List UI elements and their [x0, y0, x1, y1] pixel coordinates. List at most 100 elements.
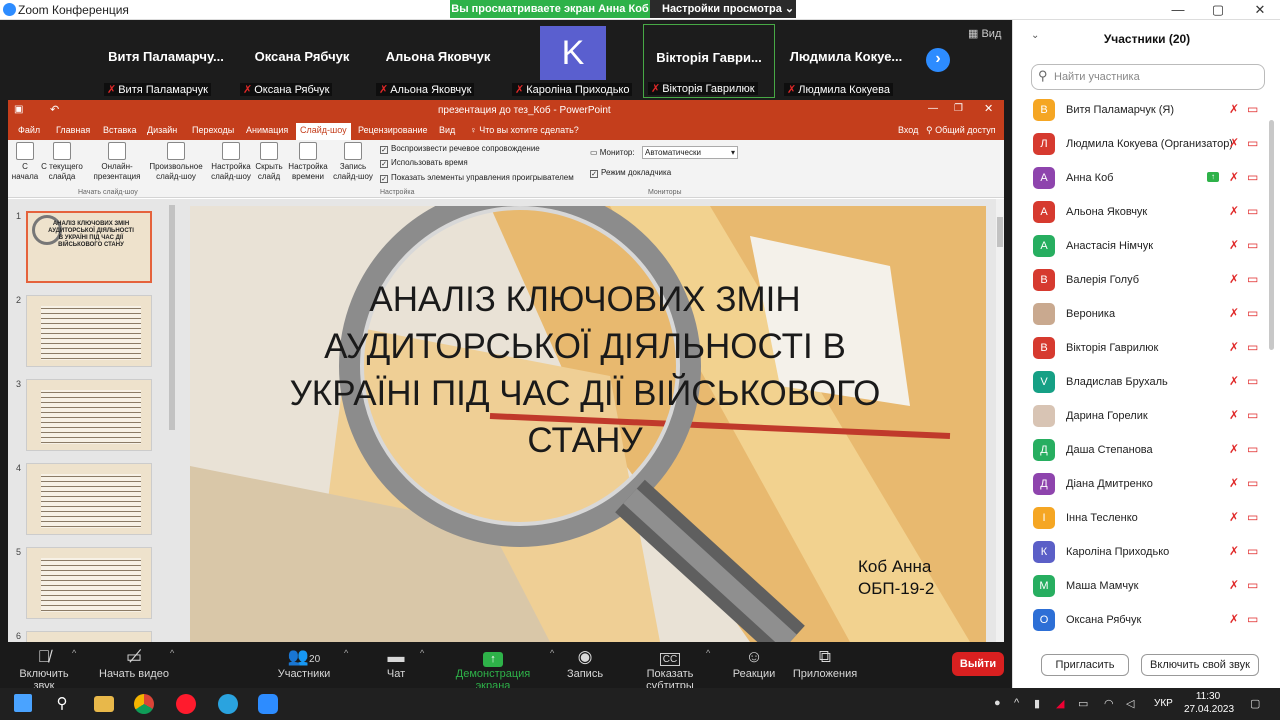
tab-view[interactable]: Вид [439, 125, 455, 135]
apps-button[interactable]: ⧉ Приложения [792, 648, 858, 681]
video-tile[interactable]: K ✗ Кароліна Приходько [508, 24, 640, 98]
slide-thumbnail[interactable] [26, 463, 152, 535]
mic-muted-icon[interactable]: ✗ [1229, 170, 1239, 184]
sign-in-link[interactable]: Вход [898, 125, 918, 135]
video-off-icon[interactable]: ▭ [1247, 306, 1258, 320]
share-screen-button[interactable]: ↑ Демонстрация экрана ^ [438, 648, 554, 692]
video-tile[interactable]: Оксана Рябчук ✗ Оксана Рябчук [236, 24, 368, 98]
mic-muted-icon[interactable]: ✗ [1229, 306, 1239, 320]
participant-row[interactable]: І Інна Тесленко ✗ ▭ [1033, 502, 1263, 536]
video-off-icon[interactable]: ▭ [1247, 102, 1258, 116]
video-off-icon[interactable]: ▭ [1247, 340, 1258, 354]
tab-transitions[interactable]: Переходы [192, 125, 234, 135]
participants-scrollbar[interactable] [1269, 80, 1275, 640]
participants-button[interactable]: 👥20 Участники ^ [276, 648, 349, 681]
participant-row[interactable]: Дарина Горелик ✗ ▭ [1033, 400, 1263, 434]
video-off-icon[interactable]: ▭ [1247, 612, 1258, 626]
view-button[interactable]: ▦ Вид [968, 27, 1001, 40]
leave-button[interactable]: Выйти [952, 652, 1004, 676]
mic-muted-icon[interactable]: ✗ [1229, 272, 1239, 286]
participant-search-input[interactable]: ⚲ Найти участника [1031, 64, 1265, 90]
slide-thumbnail[interactable]: АНАЛІЗ КЛЮЧОВИХ ЗМІН АУДИТОРСЬКОЇ ДІЯЛЬН… [26, 211, 152, 283]
video-off-icon[interactable]: ▭ [1247, 408, 1258, 422]
caret-up-icon[interactable]: ^ [706, 648, 710, 658]
caret-up-icon[interactable]: ^ [72, 648, 76, 658]
unmute-button[interactable]: 🎙̸ Включить звук ^ [8, 648, 80, 693]
from-beginning-button[interactable]: С начала [10, 142, 40, 182]
tab-file[interactable]: Файл [18, 125, 40, 135]
monitor-select[interactable]: Автоматически ▾ [642, 146, 738, 159]
participant-row[interactable]: В Витя Паламарчук (Я) ✗ ▭ [1033, 94, 1263, 128]
slide-scrollbar[interactable] [996, 199, 1004, 642]
mic-muted-icon[interactable]: ✗ [1229, 204, 1239, 218]
video-off-icon[interactable]: ▭ [1247, 272, 1258, 286]
participant-row[interactable]: К Кароліна Приходько ✗ ▭ [1033, 536, 1263, 570]
record-slideshow-button[interactable]: Запись слайд-шоу [330, 142, 376, 182]
tab-animations[interactable]: Анимация [246, 125, 288, 135]
setup-slideshow-button[interactable]: Настройка слайд-шоу [210, 142, 252, 182]
participant-row[interactable]: Д Даша Степанова ✗ ▭ [1033, 434, 1263, 468]
invite-button[interactable]: Пригласить [1041, 654, 1129, 676]
reactions-button[interactable]: ☺ Реакции [732, 648, 776, 681]
slide-thumbnail[interactable] [26, 379, 152, 451]
participant-row[interactable]: А Альона Яковчук ✗ ▭ [1033, 196, 1263, 230]
video-tile[interactable]: Людмила Кокуе... ✗ Людмила Кокуева [780, 24, 912, 98]
video-off-icon[interactable]: ▭ [1247, 544, 1258, 558]
participant-row[interactable]: А Анастасія Німчук ✗ ▭ [1033, 230, 1263, 264]
caret-up-icon[interactable]: ^ [550, 648, 554, 658]
file-explorer-icon[interactable] [94, 696, 114, 712]
mic-muted-icon[interactable]: ✗ [1229, 476, 1239, 490]
notifications-icon[interactable]: ▢ [1250, 697, 1260, 710]
video-off-icon[interactable]: ▭ [1247, 476, 1258, 490]
tab-home[interactable]: Главная [56, 125, 90, 135]
mic-muted-icon[interactable]: ✗ [1229, 238, 1239, 252]
chevron-up-icon[interactable]: ^ [1014, 697, 1019, 709]
pdf-tray-icon[interactable]: ◢ [1056, 697, 1064, 710]
video-tile[interactable]: Витя Паламарчу... ✗ Витя Паламарчук [100, 24, 232, 98]
participant-row[interactable]: М Маша Мамчук ✗ ▭ [1033, 570, 1263, 604]
participant-row[interactable]: В Вікторія Гаврилюк ✗ ▭ [1033, 332, 1263, 366]
close-button[interactable]: ✕ [1250, 2, 1270, 18]
wifi-icon[interactable]: ◠ [1104, 697, 1114, 710]
zoom-tray-icon[interactable]: ● [994, 697, 1001, 709]
tab-insert[interactable]: Вставка [103, 125, 136, 135]
video-off-icon[interactable]: ▭ [1247, 238, 1258, 252]
caret-up-icon[interactable]: ^ [344, 648, 348, 658]
clock[interactable]: 11:30 27.04.2023 [1184, 690, 1234, 716]
participant-row[interactable]: О Оксана Рябчук ✗ ▭ [1033, 604, 1263, 638]
participant-row[interactable]: Д Діана Дмитренко ✗ ▭ [1033, 468, 1263, 502]
mic-muted-icon[interactable]: ✗ [1229, 340, 1239, 354]
custom-slideshow-button[interactable]: Произвольное слайд-шоу [146, 142, 206, 182]
unmute-myself-button[interactable]: Включить свой звук [1141, 654, 1259, 676]
hide-slide-button[interactable]: Скрыть слайд [252, 142, 286, 182]
tray-app-icon[interactable]: ▮ [1034, 697, 1040, 710]
tab-slideshow[interactable]: Слайд-шоу [296, 123, 351, 140]
caret-up-icon[interactable]: ^ [170, 648, 174, 658]
slide-thumbnail[interactable] [26, 547, 152, 619]
close-icon[interactable]: ✕ [984, 102, 993, 115]
mic-muted-icon[interactable]: ✗ [1229, 374, 1239, 388]
video-off-icon[interactable]: ▭ [1247, 136, 1258, 150]
video-off-icon[interactable]: ▭ [1247, 578, 1258, 592]
language-indicator[interactable]: УКР [1154, 698, 1173, 709]
participant-row[interactable]: Л Людмила Кокуева (Организатор) ✗ ▭ [1033, 128, 1263, 162]
chat-button[interactable]: ▬ Чат ^ [380, 648, 424, 681]
tell-me-search[interactable]: ♀ Что вы хотите сделать? [470, 125, 579, 135]
mic-muted-icon[interactable]: ✗ [1229, 510, 1239, 524]
from-current-button[interactable]: С текущего слайда [40, 142, 84, 182]
participant-row[interactable]: А Анна Коб ↑ ✗ ▭ [1033, 162, 1263, 196]
opera-icon[interactable] [176, 694, 196, 714]
tab-review[interactable]: Рецензирование [358, 125, 428, 135]
presenter-view-checkbox[interactable]: ✓ Режим докладчика [590, 168, 671, 178]
use-timings-checkbox[interactable]: ✓ Использовать время [380, 158, 468, 168]
participant-row[interactable]: В Валерія Голуб ✗ ▭ [1033, 264, 1263, 298]
video-off-icon[interactable]: ▭ [1247, 510, 1258, 524]
mic-muted-icon[interactable]: ✗ [1229, 578, 1239, 592]
mic-muted-icon[interactable]: ✗ [1229, 442, 1239, 456]
zoom-taskbar-icon[interactable] [258, 694, 278, 714]
save-icon[interactable]: ▣ [14, 104, 23, 115]
video-tile-active-speaker[interactable]: Вікторія Гаври... ✗ Вікторія Гаврилюк [643, 24, 775, 98]
narrations-checkbox[interactable]: ✓ Воспроизвести речевое сопровождение [380, 144, 540, 154]
search-icon[interactable]: ⚲ [52, 694, 72, 714]
network-icon[interactable]: ▭ [1078, 697, 1088, 710]
